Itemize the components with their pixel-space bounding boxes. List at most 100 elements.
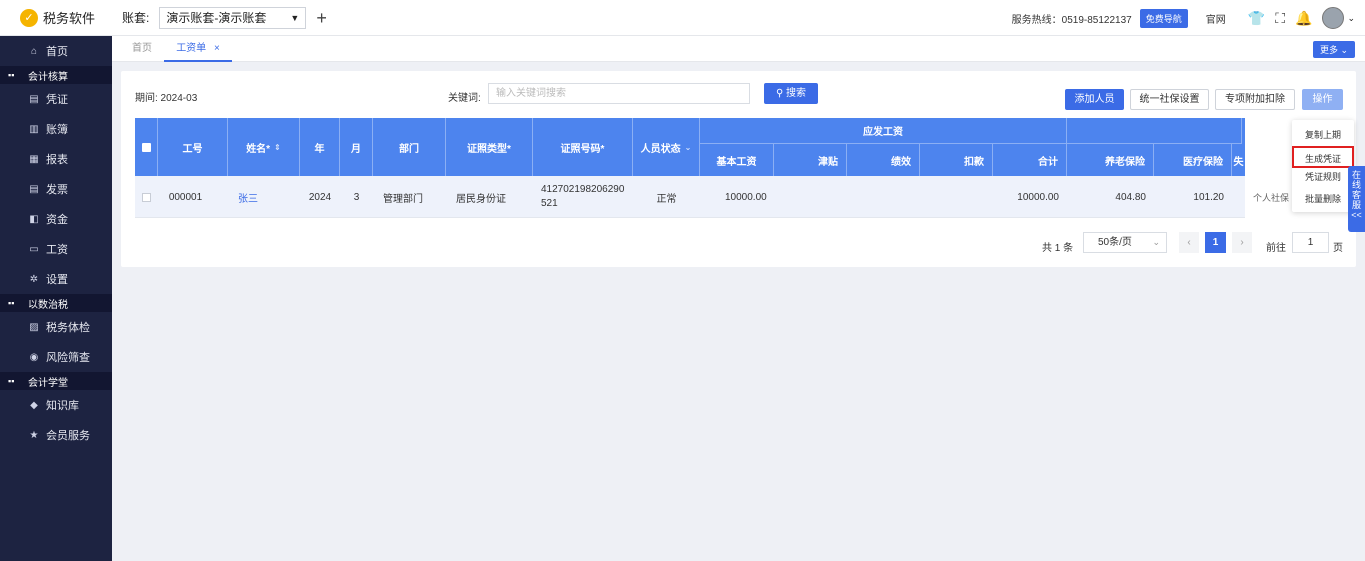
col-name[interactable]: 姓名* ⇕	[228, 118, 300, 176]
sidebar-item-voucher[interactable]: ▤ 凭证	[0, 84, 112, 114]
app-name: 税务软件	[43, 11, 96, 26]
sidebar-section-academy: ▪▪ 会计学堂	[0, 372, 112, 390]
home-icon: ⌂	[30, 45, 38, 57]
sidebar-item-label: 风险筛查	[46, 352, 90, 364]
sidebar-item-label: 税务体检	[46, 322, 90, 334]
search-button[interactable]: ⚲ 搜索	[764, 83, 818, 104]
col-pension[interactable]: 养老保险	[1067, 144, 1154, 176]
account-value: 演示账套-演示账套	[166, 11, 267, 25]
cell-id: 000001	[168, 191, 203, 203]
invoice-icon: ▤	[29, 183, 39, 195]
sidebar-item-label: 会员服务	[46, 430, 90, 442]
col-cert-type[interactable]: 证照类型*	[446, 118, 533, 176]
col-allowance[interactable]: 津贴	[774, 144, 847, 176]
cell-dept: 管理部门	[383, 193, 423, 205]
voucher-icon: ▤	[29, 93, 39, 105]
next-page-button[interactable]: ›	[1232, 232, 1252, 253]
goto-page-input[interactable]: 1	[1292, 232, 1329, 253]
row-select-cell	[135, 176, 158, 218]
sidebar-item-settings[interactable]: ✲ 设置	[0, 264, 112, 294]
col-id[interactable]: 工号	[158, 118, 228, 176]
sidebar-item-member[interactable]: ★ 会员服务	[0, 420, 112, 450]
more-button[interactable]: 更多 ⌄	[1312, 41, 1355, 58]
fund-icon: ◧	[29, 213, 39, 225]
sidebar: ⌂ 首页 ▪▪ 会计核算 ▤ 凭证 ▥ 账簿 ▦ 报表 ▤ 发票 ◧ 资金 ▭ …	[0, 36, 112, 561]
close-icon[interactable]: ×	[214, 43, 220, 54]
col-month[interactable]: 月	[340, 118, 373, 176]
page-label: 页	[1333, 243, 1343, 254]
col-deduction[interactable]: 扣款	[920, 144, 993, 176]
col-status[interactable]: 人员状态 ⌄	[633, 118, 700, 176]
menu-voucher-rules[interactable]: 凭证规则	[1292, 166, 1354, 188]
special-deduction-button[interactable]: 专项附加扣除	[1215, 89, 1295, 110]
page-size-select[interactable]: 50条/页 ⌄	[1083, 232, 1167, 253]
grid-icon: ▪▪	[8, 298, 15, 308]
avatar[interactable]	[1322, 7, 1345, 29]
col-medical[interactable]: 医疗保险	[1154, 144, 1232, 176]
col-performance[interactable]: 绩效	[847, 144, 920, 176]
menu-batch-delete[interactable]: 批量删除	[1292, 188, 1354, 210]
unified-ss-button[interactable]: 统一社保设置	[1130, 89, 1209, 110]
sidebar-item-knowledge[interactable]: ◆ 知识库	[0, 390, 112, 420]
prev-page-button[interactable]: ‹	[1179, 232, 1199, 253]
sidebar-item-label: 首页	[46, 46, 68, 58]
sidebar-item-label: 知识库	[46, 400, 79, 412]
logo[interactable]: ✓ 税务软件	[0, 8, 112, 27]
sidebar-item-report[interactable]: ▦ 报表	[0, 144, 112, 174]
free-nav-button[interactable]: 免费导航	[1139, 8, 1188, 28]
sidebar-item-ledger[interactable]: ▥ 账簿	[0, 114, 112, 144]
fullscreen-icon[interactable]: ⛶	[1275, 10, 1285, 27]
row-checkbox[interactable]	[142, 192, 151, 202]
top-bar: ✓ 税务软件 账套: 演示账套-演示账套 ▼ + 服务热线：0519-85122…	[0, 0, 1365, 36]
col-year[interactable]: 年	[300, 118, 340, 176]
keyword-label: 关键词:	[448, 93, 481, 104]
period-label: 期间: 2024-03	[135, 93, 198, 104]
current-page[interactable]: 1	[1205, 232, 1226, 253]
select-all-checkbox[interactable]	[141, 142, 151, 152]
chevron-down-icon: ⌄	[1152, 237, 1160, 247]
bell-icon[interactable]: 🔔	[1295, 10, 1312, 27]
chevron-down-icon[interactable]: ⌄	[1347, 13, 1355, 24]
sidebar-item-invoice[interactable]: ▤ 发票	[0, 174, 112, 204]
sidebar-item-risk[interactable]: ◉ 风险筛查	[0, 342, 112, 372]
cell-medical: 101.20	[1193, 191, 1224, 203]
gear-icon: ✲	[29, 273, 39, 285]
sidebar-item-home[interactable]: ⌂ 首页	[0, 36, 112, 66]
menu-copy-previous[interactable]: 复制上期	[1292, 124, 1354, 146]
add-person-button[interactable]: 添加人员	[1065, 89, 1124, 110]
tab-home[interactable]: 首页	[132, 36, 152, 62]
sidebar-item-label: 账簿	[46, 124, 68, 136]
sidebar-item-label: 报表	[46, 154, 68, 166]
shirt-icon[interactable]: 👕	[1248, 10, 1265, 27]
tab-payroll[interactable]: 工资单 ×	[164, 36, 232, 62]
cell-name[interactable]: 张三	[238, 176, 298, 218]
account-select[interactable]: 演示账套-演示账套 ▼	[159, 6, 307, 29]
cell-cert-type: 居民身份证	[456, 193, 506, 205]
col-group-payable: 应发工资	[700, 118, 1067, 144]
menu-generate-voucher[interactable]: 生成凭证	[1292, 146, 1354, 168]
col-base[interactable]: 基本工资	[700, 144, 774, 176]
cell-total: 10000.00	[1017, 191, 1059, 203]
table-row[interactable]: 000001 张三 2024 3 管理部门 居民身份证 412702198206…	[135, 176, 1289, 218]
goto-label: 前往	[1266, 243, 1286, 254]
location-icon: ◆	[30, 399, 38, 411]
filter-icon[interactable]: ⌄	[685, 143, 692, 152]
col-cert-no[interactable]: 证照号码*	[533, 118, 633, 176]
col-group-social	[1067, 118, 1242, 144]
ledger-icon: ▥	[29, 123, 39, 135]
online-service-tab[interactable]: 在线客服 <<	[1348, 166, 1365, 232]
keyword-input[interactable]: 输入关键词搜索	[488, 83, 750, 104]
sidebar-section-tax: ▪▪ 以数治税	[0, 294, 112, 312]
cell-status: 正常	[656, 193, 677, 205]
official-site-link[interactable]: 官网	[1206, 11, 1226, 26]
col-dept[interactable]: 部门	[373, 118, 446, 176]
add-account-icon[interactable]: +	[316, 9, 327, 27]
cell-year: 2024	[308, 191, 332, 203]
sort-icon[interactable]: ⇕	[274, 143, 281, 152]
sidebar-item-tax-checkup[interactable]: ▨ 税务体检	[0, 312, 112, 342]
sidebar-item-fund[interactable]: ◧ 资金	[0, 204, 112, 234]
sidebar-item-salary[interactable]: ▭ 工资	[0, 234, 112, 264]
col-total[interactable]: 合计	[993, 144, 1067, 176]
cell-base: 10000.00	[725, 191, 767, 203]
operations-button[interactable]: 操作	[1302, 89, 1343, 110]
